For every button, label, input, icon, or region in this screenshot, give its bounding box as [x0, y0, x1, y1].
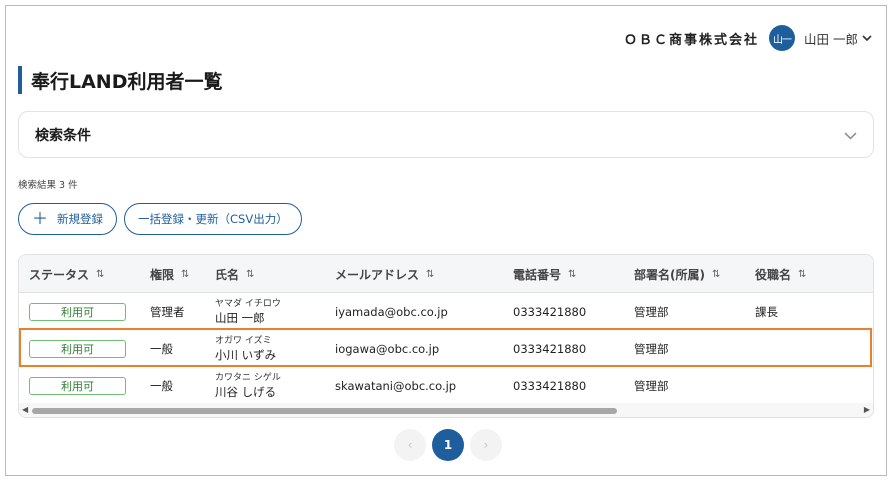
column-header-department[interactable]: 部署名(所属) ⇅	[634, 255, 720, 293]
table-row[interactable]: 利用可 管理者 ヤマダ イチロウ 山田 一郎 iyamada@obc.co.jp…	[19, 293, 873, 330]
status-badge: 利用可	[29, 302, 126, 321]
new-registration-button[interactable]: ＋ 新規登録	[18, 203, 118, 235]
column-label: 氏名	[215, 267, 240, 282]
column-label: ステータス	[29, 267, 90, 282]
name-kanji: 山田 一郎	[215, 310, 265, 325]
title-accent	[18, 66, 22, 94]
page-header: 奉行LAND利用者一覧	[18, 65, 223, 95]
next-page-button[interactable]: ›	[470, 429, 502, 461]
name-cell: オガワ イズミ 小川 いずみ	[215, 330, 276, 367]
sort-icon[interactable]: ⇅	[798, 269, 806, 280]
name-kana: ヤマダ イチロウ	[215, 298, 281, 309]
bulk-register-label: 一括登録・更新（CSV出力）	[138, 212, 288, 226]
sort-icon[interactable]: ⇅	[712, 269, 720, 280]
role-cell: 管理者	[150, 304, 185, 319]
scroll-right-icon[interactable]: ▶	[864, 405, 870, 414]
email-cell: iyamada@obc.co.jp	[335, 304, 448, 319]
name-kana: カワタニ シゲル	[215, 372, 281, 383]
search-conditions-label: 検索条件	[35, 127, 91, 144]
phone-cell: 0333421880	[513, 378, 587, 393]
page-title: 奉行LAND利用者一覧	[31, 70, 223, 93]
bulk-register-csv-button[interactable]: 一括登録・更新（CSV出力）	[124, 203, 302, 235]
name-cell: カワタニ シゲル 川谷 しげる	[215, 367, 281, 404]
department-cell: 管理部	[634, 304, 669, 319]
users-table: ステータス ⇅ 権限 ⇅ 氏名 ⇅ メールアドレス ⇅ 電話番号 ⇅ 部署名(所属) ⇅ 役…	[18, 254, 874, 418]
column-label: 部署名(所属)	[634, 267, 705, 282]
avatar[interactable]: 山一	[769, 25, 796, 51]
page-button-current[interactable]: 1	[432, 429, 464, 461]
department-cell: 管理部	[634, 378, 669, 393]
new-registration-label: 新規登録	[57, 212, 104, 226]
scroll-left-icon[interactable]: ◀	[22, 405, 28, 414]
table-row[interactable]: 利用可 一般 カワタニ シゲル 川谷 しげる skawatani@obc.co.…	[19, 367, 873, 404]
sort-icon[interactable]: ⇅	[181, 269, 189, 280]
status-badge: 利用可	[29, 376, 126, 395]
table-row[interactable]: 利用可 一般 オガワ イズミ 小川 いずみ iogawa@obc.co.jp 0…	[19, 330, 873, 367]
column-label: 役職名	[755, 267, 792, 282]
column-label: 権限	[150, 267, 175, 282]
table-header: ステータス ⇅ 権限 ⇅ 氏名 ⇅ メールアドレス ⇅ 電話番号 ⇅ 部署名(所属) ⇅ 役…	[19, 255, 873, 293]
sort-icon[interactable]: ⇅	[568, 269, 576, 280]
column-header-status[interactable]: ステータス ⇅	[29, 255, 104, 293]
name-cell: ヤマダ イチロウ 山田 一郎	[215, 293, 281, 330]
user-name[interactable]: 山田 一郎	[804, 29, 858, 48]
plus-icon: ＋	[32, 209, 49, 228]
pagination: ‹ 1 ›	[394, 429, 502, 461]
name-kanji: 小川 いずみ	[215, 347, 277, 362]
name-kanji: 川谷 しげる	[215, 384, 277, 399]
column-header-email[interactable]: メールアドレス ⇅	[335, 255, 434, 293]
app-window: ＯＢＣ商事株式会社 山一 山田 一郎 奉行LAND利用者一覧 検索条件 検索結果…	[5, 5, 887, 476]
sort-icon[interactable]: ⇅	[96, 269, 104, 280]
email-cell: skawatani@obc.co.jp	[335, 378, 457, 393]
company-name: ＯＢＣ商事株式会社	[624, 32, 760, 48]
role-cell: 一般	[150, 378, 173, 393]
sort-icon[interactable]: ⇅	[246, 269, 254, 280]
column-label: 電話番号	[513, 267, 562, 282]
role-cell: 一般	[150, 341, 173, 356]
chevron-down-icon[interactable]	[844, 125, 857, 144]
email-cell: iogawa@obc.co.jp	[335, 341, 440, 356]
column-header-phone[interactable]: 電話番号 ⇅	[513, 255, 576, 293]
column-header-title[interactable]: 役職名 ⇅	[755, 255, 806, 293]
title-cell: 課長	[755, 304, 778, 319]
column-header-role[interactable]: 権限 ⇅	[150, 255, 189, 293]
scroll-thumb[interactable]	[32, 408, 617, 414]
action-buttons: ＋ 新規登録 一括登録・更新（CSV出力）	[18, 203, 302, 235]
previous-page-button[interactable]: ‹	[394, 429, 426, 461]
result-count: 検索結果 3 件	[18, 180, 78, 191]
column-header-name[interactable]: 氏名 ⇅	[215, 255, 254, 293]
user-menu[interactable]: ＯＢＣ商事株式会社 山一 山田 一郎	[624, 22, 872, 54]
phone-cell: 0333421880	[513, 341, 587, 356]
column-label: メールアドレス	[335, 267, 420, 282]
horizontal-scrollbar[interactable]: ◀ ▶	[19, 403, 873, 417]
status-badge: 利用可	[29, 339, 126, 358]
sort-icon[interactable]: ⇅	[426, 269, 434, 280]
phone-cell: 0333421880	[513, 304, 587, 319]
chevron-down-icon[interactable]	[862, 33, 872, 43]
department-cell: 管理部	[634, 341, 669, 356]
search-conditions-panel[interactable]: 検索条件	[18, 111, 874, 158]
name-kana: オガワ イズミ	[215, 335, 272, 346]
